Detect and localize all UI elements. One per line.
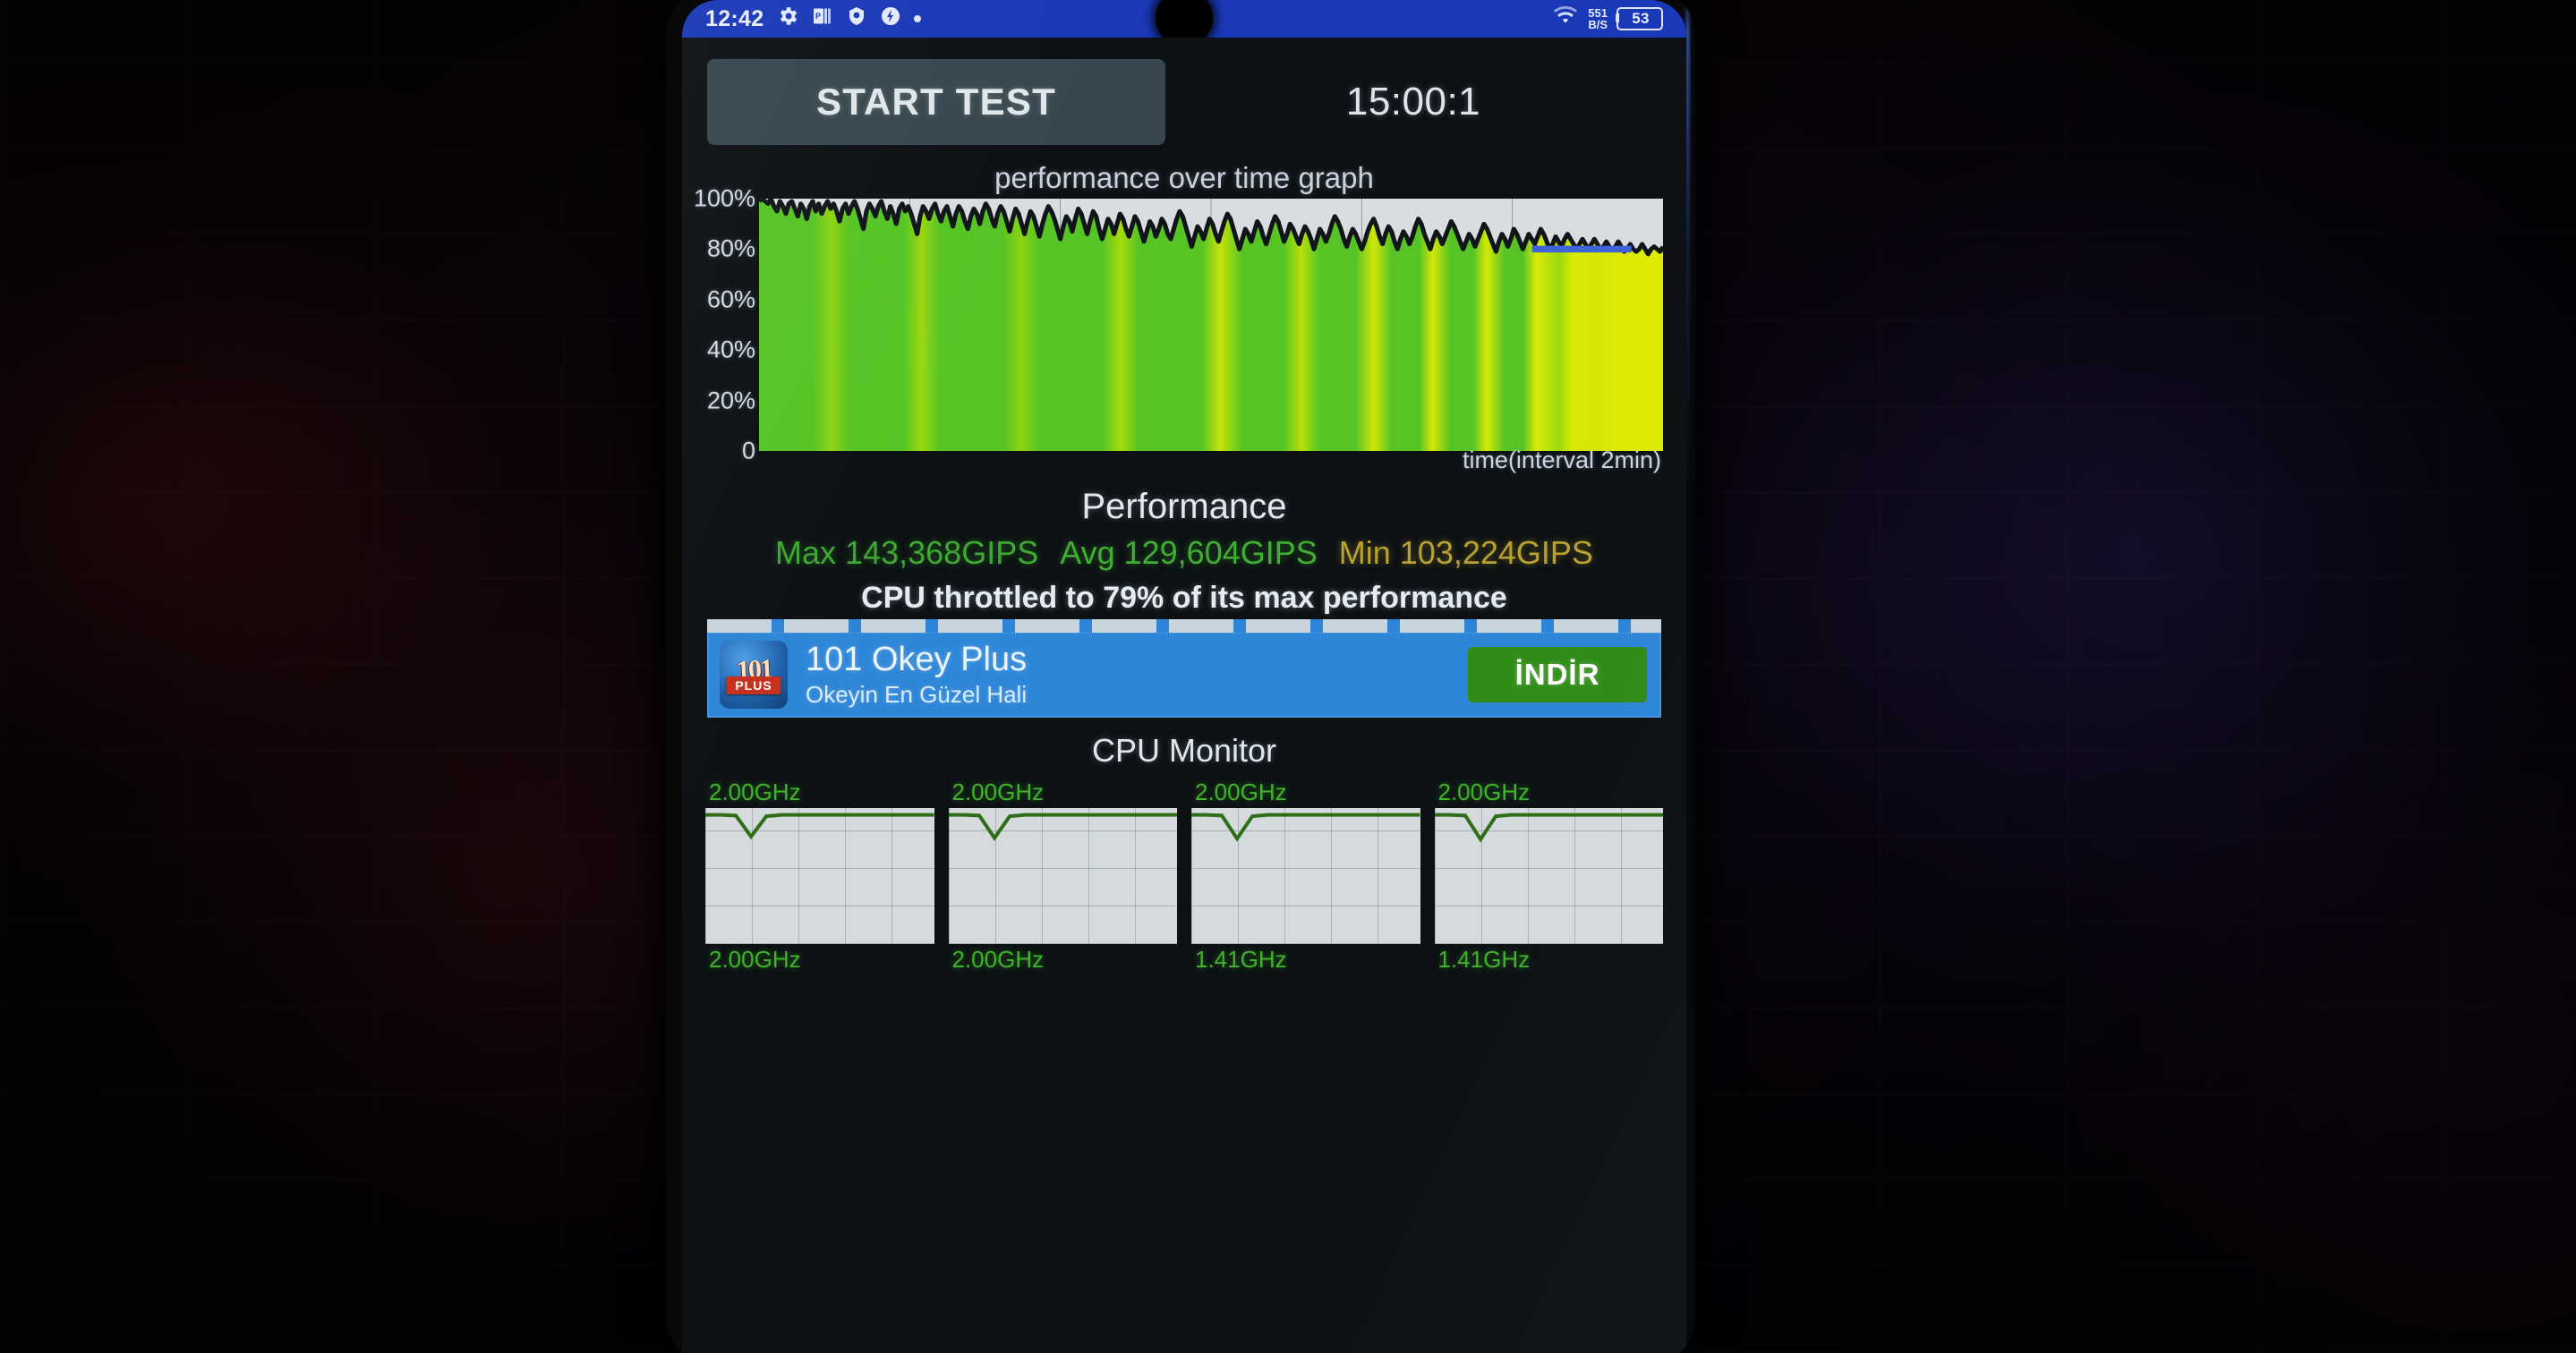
cpu-core-svg [705,808,934,944]
cpu-core-card: 2.00GHz 2.00GHz [705,779,934,974]
cpu-core-current-label: 2.00GHz [709,946,801,973]
status-bar-left: 12:42 P [705,4,922,34]
shield-icon [846,5,867,33]
performance-heading: Performance [1081,487,1287,526]
performance-graph-x-label: time(interval 2min) [1462,447,1661,473]
wifi-icon [1552,5,1579,33]
cpu-core-max-label: 2.00GHz [951,779,1045,805]
cpu-core-plot [948,808,1178,944]
phone-device: 12:42 P 551 B/S 53 START TEST 15:00:1 pe… [666,0,1695,1353]
ad-banner-tab-strip [707,619,1661,633]
network-rate-unit: B/S [1588,18,1608,31]
cpu-core-line [1435,815,1664,839]
phone-screen: 12:42 P 551 B/S 53 START TEST 15:00:1 pe… [682,0,1686,1353]
cpu-core-svg [949,808,1178,944]
cpu-monitor-heading: CPU Monitor [1091,732,1277,769]
performance-avg-stat: Avg 129,604GIPS [1060,534,1318,571]
cpu-core-current-label: 1.41GHz [1437,946,1531,973]
cpu-core-line [949,815,1178,838]
test-timer: 15:00:1 [1345,80,1481,123]
top-controls-row: START TEST 15:00:1 [682,38,1686,152]
cpu-core-max-label: 2.00GHz [1437,779,1531,805]
svg-text:P: P [815,12,821,21]
cpu-core-max-label: 2.00GHz [709,779,801,805]
performance-graph-plot[interactable] [759,199,1663,451]
app-content: START TEST 15:00:1 performance over time… [682,38,1686,1353]
ad-app-icon: 101 PLUS [720,641,788,709]
performance-graph-ytick: 100% [693,184,755,212]
ad-banner[interactable]: 101 PLUS 101 Okey Plus Okeyin En Güzel H… [707,619,1661,718]
performance-stats: Max 143,368GIPS Avg 129,604GIPS Min 103,… [682,534,1686,572]
start-test-button[interactable]: START TEST [707,59,1165,145]
cpu-core-line [1191,815,1420,839]
cpu-core-plot [705,808,934,944]
performance-min-stat: Min 103,224GIPS [1338,534,1593,571]
status-bar: 12:42 P 551 B/S 53 [682,0,1686,47]
performance-graph: 100% 80% 60% 40% 20% 0 time(interval 2min) [694,185,1663,474]
cpu-core-card: 2.00GHz 1.41GHz [1191,779,1420,974]
cpu-core-svg [1191,808,1420,944]
performance-graph-title: performance over time graph [994,161,1374,194]
ad-text-block: 101 Okey Plus Okeyin En Güzel Hali [806,641,1468,709]
ad-subtitle: Okeyin En Güzel Hali [806,681,1028,708]
performance-graph-ytick: 20% [706,387,755,414]
battery-indicator: 53 [1616,7,1663,30]
cpu-core-current-label: 1.41GHz [1195,946,1287,973]
status-bar-right: 551 B/S 53 [1552,5,1663,33]
ad-title: 101 Okey Plus [806,641,1028,678]
performance-graph-ytick: 0 [741,437,755,464]
cpu-core-plot [1191,808,1420,944]
network-rate: 551 B/S [1588,7,1608,30]
performance-max-stat: Max 143,368GIPS [775,534,1039,571]
ad-app-icon-badge: PLUS [726,676,781,694]
performance-graph-ytick: 60% [706,285,755,313]
performance-graph-ytick: 80% [706,234,755,262]
performance-graph-y-axis: 100% 80% 60% 40% 20% 0 [694,185,755,464]
gear-icon [776,4,799,34]
cpu-monitor-grid: 2.00GHz 2.00GHz 2.00GHz 2.00GHz 2.00GHz 1.41G… [705,779,1663,974]
performance-graph-svg [759,199,1663,451]
ad-install-button[interactable]: İNDİR [1468,647,1647,702]
cpu-core-current-label: 2.00GHz [951,946,1045,973]
flash-icon [880,5,901,33]
cpu-core-plot [1434,808,1664,944]
cpu-core-card: 2.00GHz 2.00GHz [948,779,1178,974]
dot-icon [914,15,922,22]
cpu-core-card: 2.00GHz 1.41GHz [1434,779,1664,974]
performance-graph-ytick: 40% [706,336,755,363]
cpu-core-line [705,815,934,837]
throttle-note: CPU throttled to 79% of its max performa… [861,581,1507,615]
app-icon: P [812,5,833,33]
status-bar-clock: 12:42 [705,5,764,31]
cpu-core-svg [1435,808,1664,944]
cpu-core-max-label: 2.00GHz [1195,779,1287,805]
